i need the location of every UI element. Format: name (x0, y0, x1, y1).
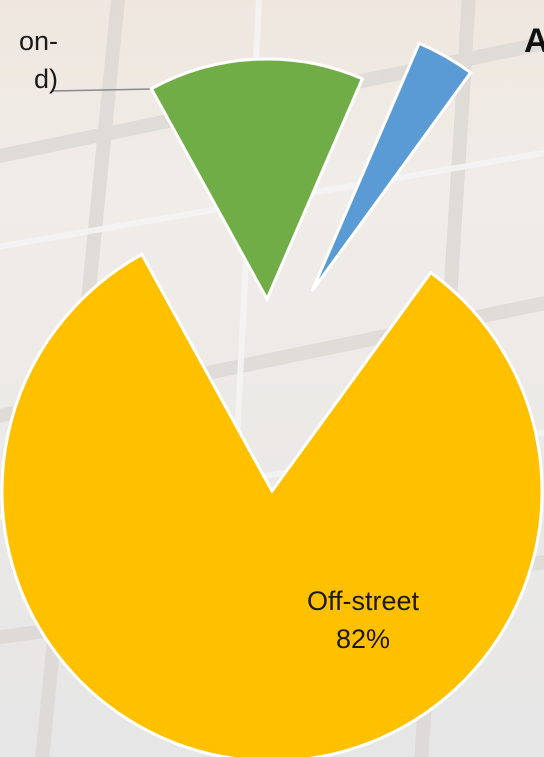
green-slice-label-line2: d) (33, 64, 58, 94)
off-street-percent: 82% (335, 624, 391, 654)
off-street-name: Off-street (306, 586, 420, 616)
green-slice-label-line1: on- (18, 26, 58, 56)
chart-title: A (524, 22, 544, 60)
off-street-slice (0, 252, 544, 757)
off-street-label: Off-street 82% (258, 582, 468, 658)
green-slice-label: on- d) (0, 22, 58, 98)
